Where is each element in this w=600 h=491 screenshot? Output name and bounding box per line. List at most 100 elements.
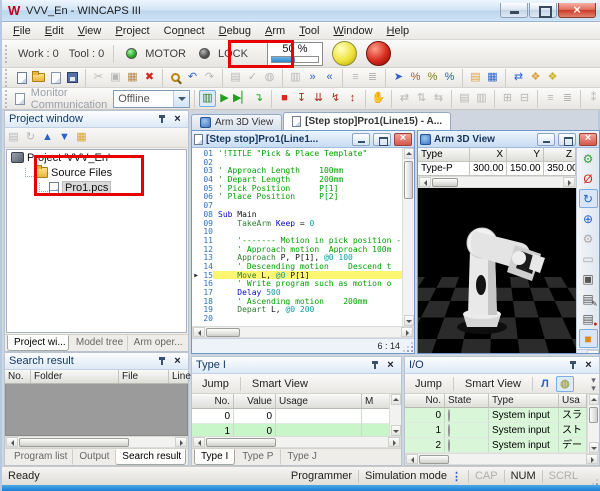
toolbar-grip[interactable] (5, 45, 10, 63)
tree-item-pro1-pcs[interactable]: Pro1.pcs (7, 180, 186, 195)
code-line-8[interactable]: 08Sub Main (192, 210, 402, 219)
scroll-right-icon[interactable] (175, 437, 187, 447)
smart-view-button[interactable]: Smart View (244, 376, 316, 392)
io-type-cell[interactable]: System input (489, 408, 559, 423)
entry-prohibited-icon[interactable]: Ø (579, 169, 598, 188)
io-row-2[interactable]: 2System inputデー (405, 438, 587, 453)
vertical-scrollbar[interactable] (587, 394, 599, 453)
tab-arm-oper-[interactable]: Arm oper... (127, 335, 186, 351)
io-header[interactable]: I/O (405, 357, 599, 374)
code-line-19[interactable]: 19 Depart L, @0 200 (192, 305, 402, 314)
column-header-m[interactable]: M (362, 394, 389, 409)
scroll-left-icon[interactable] (419, 177, 431, 187)
vertical-scrollbar[interactable] (389, 394, 401, 436)
step-into-icon[interactable]: ↧ (293, 90, 310, 107)
io-type-cell[interactable]: System input (489, 423, 559, 438)
variable-row-0[interactable]: 00 (192, 409, 389, 424)
column-header-value[interactable]: Value (234, 394, 276, 409)
scroll-down-icon[interactable] (404, 315, 414, 326)
minimize-icon[interactable] (352, 133, 370, 146)
project-window-header[interactable]: Project window (5, 111, 188, 128)
menu-help[interactable]: Help (380, 24, 417, 38)
halt-icon[interactable]: ↯ (327, 90, 344, 107)
cell[interactable] (276, 409, 362, 424)
search-result-header[interactable]: Search result (5, 353, 188, 370)
menu-window[interactable]: Window (326, 24, 379, 38)
column-header-z[interactable]: Z (544, 148, 576, 162)
column-header-folder[interactable]: Folder (31, 370, 119, 383)
io-state-cell[interactable] (445, 438, 489, 453)
restore-icon[interactable] (558, 133, 576, 146)
move-down-icon[interactable]: ▼ (56, 129, 73, 146)
speed-control[interactable]: 50 % (267, 42, 323, 66)
close-icon[interactable] (394, 133, 412, 146)
arm-3d-view-titlebar[interactable]: Arm 3D View (418, 131, 599, 148)
column-header-y[interactable]: Y (507, 148, 544, 162)
tab-type-j[interactable]: Type J (280, 449, 323, 465)
vertical-scrollbar[interactable] (402, 148, 414, 326)
io-number-cell[interactable]: 0 (405, 408, 445, 423)
chevron-down-icon[interactable] (173, 91, 189, 107)
open-file-icon[interactable] (30, 69, 47, 86)
column-header-no[interactable]: No. (5, 370, 31, 383)
doc-tab-active[interactable]: [Step stop]Pro1(Line15) - A... (283, 112, 451, 130)
close-icon[interactable] (171, 113, 184, 126)
variable-table-icon[interactable]: ▤ (467, 69, 484, 86)
code-line-16[interactable]: 16 ' Write program such as motion o (192, 279, 402, 288)
comment-block-icon[interactable]: % (407, 69, 424, 86)
view-3d-icon[interactable]: ■ (579, 329, 598, 348)
horizontal-scrollbar[interactable] (192, 436, 401, 448)
io-state-cell[interactable] (445, 423, 489, 438)
code-editor-area[interactable]: 01'!TITLE "Pick & Place Template"0203' A… (192, 148, 402, 326)
scroll-up-icon[interactable] (391, 394, 401, 405)
warning-lamp-icon[interactable] (332, 41, 357, 66)
menu-file[interactable]: File (6, 24, 38, 38)
motor-label[interactable]: MOTOR (145, 48, 186, 60)
error-lamp-icon[interactable] (366, 41, 391, 66)
scroll-thumb[interactable] (432, 178, 458, 187)
column-header-state[interactable]: State (445, 394, 489, 408)
column-header-type[interactable]: Type (489, 394, 559, 408)
doc-tab-arm3d[interactable]: Arm 3D View (191, 114, 282, 130)
io-type-cell[interactable]: System input (489, 438, 559, 453)
scroll-left-icon[interactable] (406, 454, 418, 464)
movie-edit-icon[interactable]: ▤✎ (579, 289, 598, 308)
variable-row-1[interactable]: 10 (192, 424, 389, 436)
column-header-type[interactable]: Type (418, 148, 470, 162)
io-number-cell[interactable]: 1 (405, 423, 445, 438)
window-minimize-button[interactable] (500, 3, 528, 18)
data-package-sync-icon[interactable]: ❖ (544, 69, 561, 86)
tab-type-i[interactable]: Type I (194, 449, 235, 465)
tab-program-list[interactable]: Program list (7, 449, 72, 465)
step-over-icon[interactable]: ⇊ (310, 90, 327, 107)
horizontal-scrollbar[interactable] (5, 436, 188, 448)
toolbar-grip[interactable] (5, 69, 10, 87)
code-line-17[interactable]: 17 Delay 500 (192, 288, 402, 297)
tree-item-project-vvv-en-[interactable]: Project 'VVV_En' (7, 150, 186, 165)
scroll-left-icon[interactable] (6, 437, 18, 447)
step-run-icon[interactable]: ↴ (250, 90, 267, 107)
snapshot-camera-icon[interactable]: ▣ (579, 269, 598, 288)
movie-record-icon[interactable]: ▤● (579, 309, 598, 328)
code-line-3[interactable]: 03' Approach Length 100mm (192, 166, 402, 175)
column-header-x[interactable]: X (470, 148, 507, 162)
pin-icon[interactable] (156, 113, 169, 126)
jump-button[interactable]: Jump (407, 376, 450, 392)
io-usage-cell[interactable]: スト (559, 423, 587, 438)
position-table-row[interactable]: Type-P300.00150.00350.00 (418, 162, 576, 176)
tab-output[interactable]: Output (72, 449, 115, 465)
code-line-5[interactable]: 05' Pick Position P[1] (192, 184, 402, 193)
code-line-18[interactable]: 18 ' Ascending motion 200mm (192, 297, 402, 306)
close-icon[interactable] (384, 359, 397, 372)
resize-grip[interactable] (403, 342, 413, 352)
scroll-thumb[interactable] (19, 438, 129, 447)
scroll-left-icon[interactable] (193, 327, 205, 337)
io-usage-cell[interactable]: デー (559, 438, 587, 453)
column-header-no[interactable]: No. (405, 394, 445, 408)
position-type-cell[interactable]: Type-P (418, 162, 470, 176)
menu-view[interactable]: View (71, 24, 109, 38)
window-close-button[interactable] (558, 3, 596, 18)
motor-led-icon[interactable] (126, 48, 137, 59)
menu-debug[interactable]: Debug (212, 24, 258, 38)
file-transfer-icon[interactable]: ▥ (199, 90, 216, 107)
